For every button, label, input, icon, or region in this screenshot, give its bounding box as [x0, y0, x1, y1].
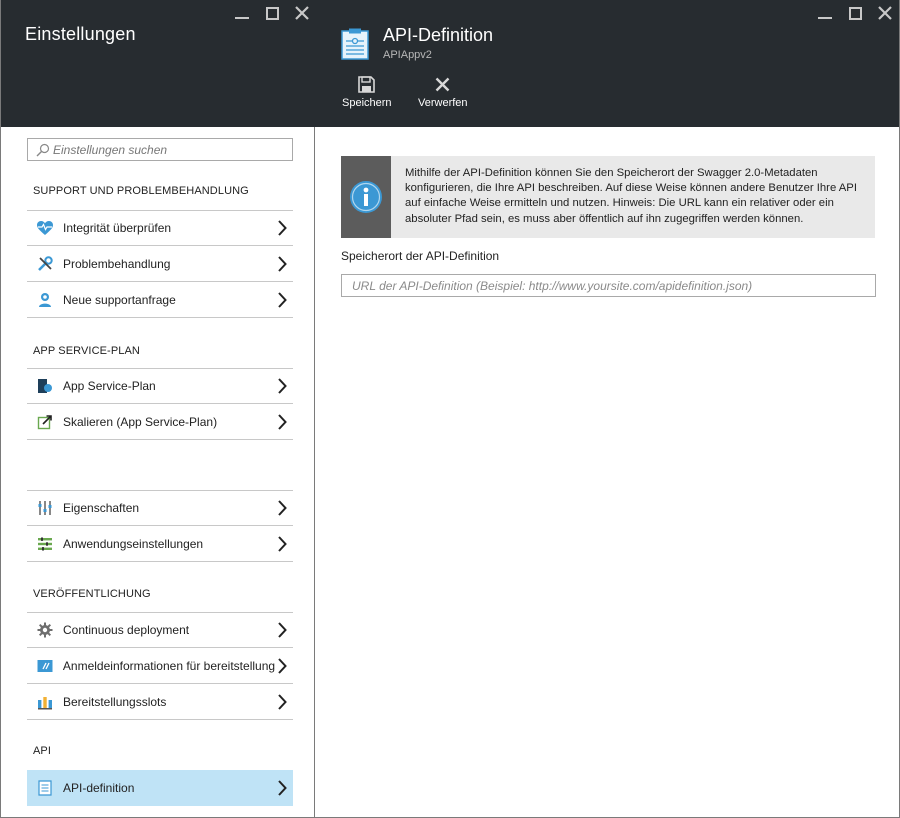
- maximize-button[interactable]: [257, 4, 287, 22]
- menu-item-label: Integrität überprüfen: [63, 221, 172, 235]
- discard-button[interactable]: Verwerfen: [418, 74, 468, 109]
- api-definition-location-label: Speicherort der API-Definition: [341, 249, 500, 263]
- wrench-icon: [36, 255, 54, 273]
- chevron-right-icon: [275, 657, 289, 675]
- menu-item-anmeldeinformationen[interactable]: Anmeldeinformationen für bereitstellung: [27, 648, 293, 684]
- menu-item-bereitstellungsslots[interactable]: Bereitstellungsslots: [27, 684, 293, 720]
- menu-item-eigenschaften[interactable]: Eigenschaften: [27, 490, 293, 526]
- api-definition-icon: [36, 779, 54, 797]
- info-text: Mithilfe der API-Definition können Sie d…: [405, 167, 857, 225]
- settings-search-input[interactable]: [53, 142, 283, 157]
- slots-icon: [36, 693, 54, 711]
- chevron-right-icon: [275, 535, 289, 553]
- menu-item-label: Anmeldeinformationen für bereitstellung: [62, 658, 276, 673]
- api-definition-blade-header: API-Definition APIAppv2 Speichern Verwer…: [315, 0, 899, 127]
- minimize-button[interactable]: [810, 4, 840, 22]
- close-icon: [295, 6, 309, 20]
- gear-icon: [36, 621, 54, 639]
- menu-item-label: Bereitstellungsslots: [63, 694, 167, 709]
- menu-item-problembehandlung[interactable]: Problembehandlung: [27, 246, 293, 282]
- menu-item-integritaet[interactable]: Integrität überprüfen: [27, 210, 293, 246]
- save-icon: [357, 74, 377, 94]
- chevron-right-icon: [275, 291, 289, 309]
- chevron-right-icon: [275, 499, 289, 517]
- api-definition-url-input[interactable]: [341, 274, 876, 297]
- blade-subtitle: APIAppv2: [383, 49, 432, 61]
- chevron-right-icon: [275, 255, 289, 273]
- credentials-icon: [36, 657, 54, 675]
- menu-item-neue-supportanfrage[interactable]: Neue supportanfrage: [27, 282, 293, 318]
- settings-list-icon: [36, 535, 54, 553]
- minimize-button[interactable]: [227, 4, 257, 22]
- menu-item-app-service-plan[interactable]: App Service-Plan: [27, 368, 293, 404]
- menu-item-label: Continuous deployment: [63, 623, 190, 637]
- chevron-right-icon: [275, 621, 289, 639]
- scale-icon: [36, 413, 54, 431]
- save-label: Speichern: [342, 97, 392, 109]
- save-button[interactable]: Speichern: [342, 74, 392, 109]
- close-icon: [878, 6, 892, 20]
- menu-item-label: Problembehandlung: [63, 256, 171, 271]
- settings-blade-header: Einstellungen: [1, 0, 315, 127]
- api-definition-icon: [341, 28, 369, 60]
- menu-item-label: App Service-Plan: [63, 379, 156, 393]
- minimize-icon: [235, 17, 249, 19]
- sliders-icon: [36, 499, 54, 517]
- chevron-right-icon: [275, 413, 289, 431]
- discard-label: Verwerfen: [418, 97, 468, 109]
- section-header-api: API: [33, 745, 52, 757]
- maximize-icon: [848, 6, 862, 20]
- discard-icon: [433, 74, 453, 94]
- support-person-icon: [36, 291, 54, 309]
- menu-item-label: Skalieren (App Service-Plan): [63, 414, 218, 429]
- menu-item-label: Eigenschaften: [63, 501, 140, 515]
- heart-pulse-icon: [36, 219, 54, 237]
- api-window-controls: [810, 4, 900, 22]
- section-header-app-service-plan: APP SERVICE-PLAN: [33, 345, 140, 357]
- app-service-plan-icon: [36, 377, 54, 395]
- minimize-icon: [818, 17, 832, 19]
- info-icon: [341, 156, 391, 238]
- menu-item-label: API-definition: [63, 781, 135, 795]
- settings-blade-title: Einstellungen: [25, 24, 136, 44]
- settings-window-controls: [227, 4, 317, 22]
- chevron-right-icon: [275, 377, 289, 395]
- menu-item-skalieren[interactable]: Skalieren (App Service-Plan): [27, 404, 293, 440]
- blade-title: API-Definition: [383, 25, 494, 45]
- menu-item-label: Anwendungseinstellungen: [63, 536, 204, 551]
- search-icon: [33, 140, 53, 160]
- maximize-button[interactable]: [840, 4, 870, 22]
- chevron-right-icon: [275, 779, 289, 797]
- menu-item-anwendungseinstellungen[interactable]: Anwendungseinstellungen: [27, 526, 293, 562]
- menu-item-label: Neue supportanfrage: [63, 292, 176, 307]
- menu-item-api-definition[interactable]: API-definition: [27, 770, 293, 806]
- chevron-right-icon: [275, 219, 289, 237]
- api-definition-blade: API-Definition APIAppv2 Speichern Verwer…: [315, 0, 900, 818]
- maximize-icon: [265, 6, 279, 20]
- section-header-support: SUPPORT UND PROBLEMBEHANDLUNG: [33, 185, 249, 197]
- settings-blade: Einstellungen SUPPORT UND PROBLEMBEHANDL…: [0, 0, 315, 818]
- close-button[interactable]: [870, 4, 900, 22]
- settings-search-box[interactable]: [27, 138, 293, 161]
- menu-item-continuous-deployment[interactable]: Continuous deployment: [27, 612, 293, 648]
- close-button[interactable]: [287, 4, 317, 22]
- chevron-right-icon: [275, 693, 289, 711]
- section-header-veroeffentlichung: VERÖFFENTLICHUNG: [33, 588, 151, 600]
- info-banner: Mithilfe der API-Definition können Sie d…: [341, 156, 875, 238]
